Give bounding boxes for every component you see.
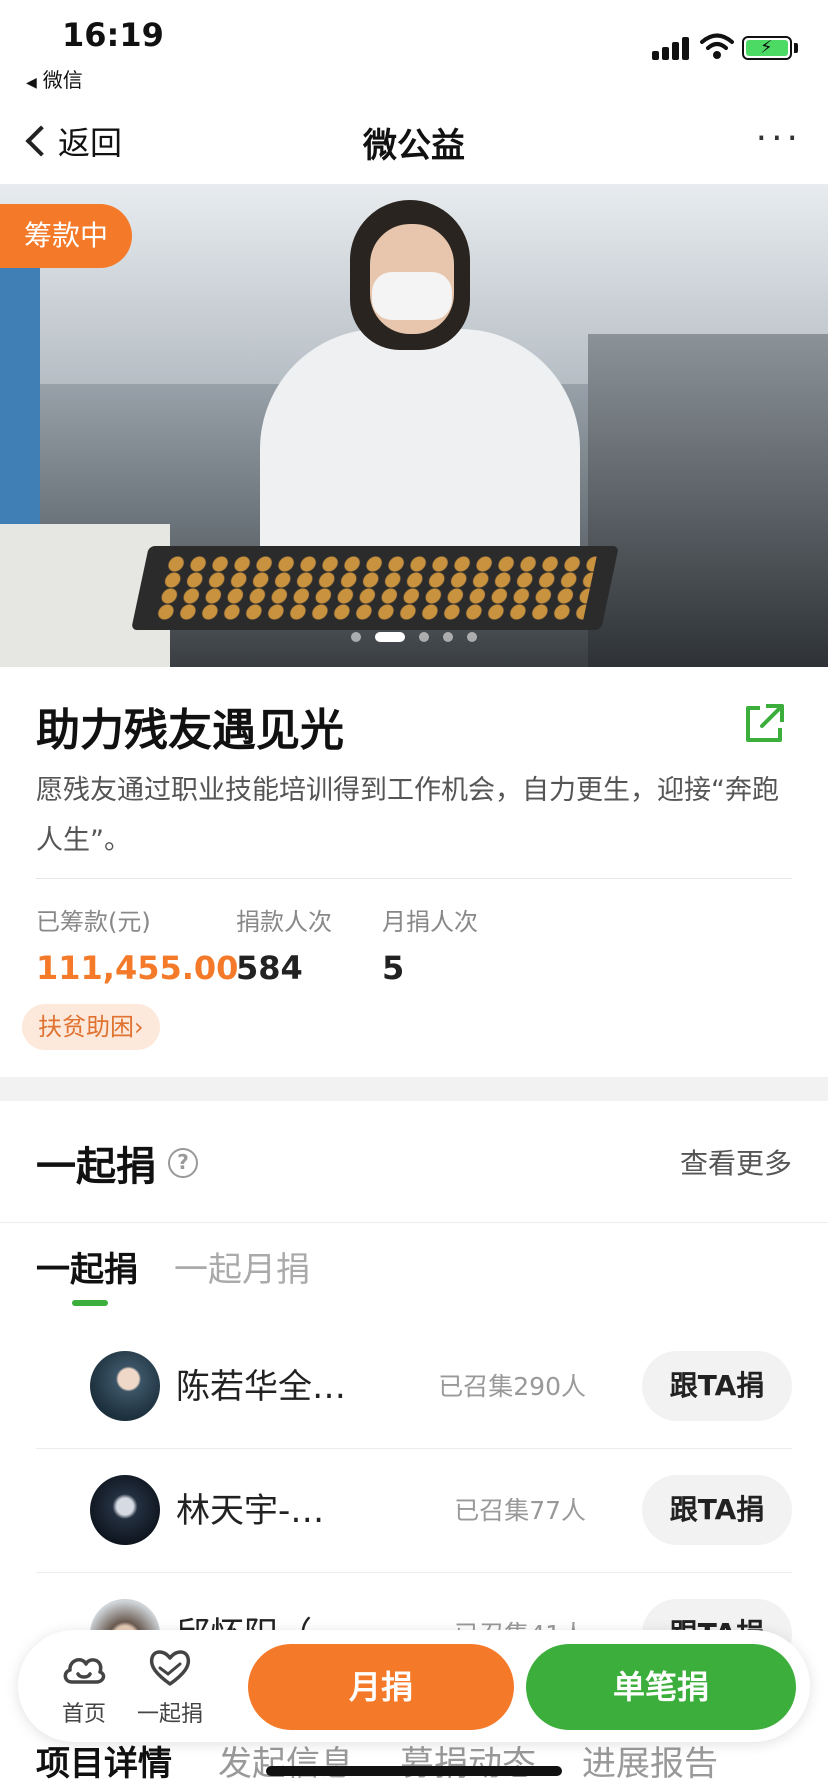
heart-hands-icon — [149, 1650, 191, 1686]
stat-label: 已筹款(元) — [36, 908, 151, 936]
tab-progress-report[interactable]: 进展报告 — [582, 1736, 718, 1785]
back-app-label: 微信 — [42, 68, 83, 92]
fundraising-status-badge: 筹款中 — [0, 204, 133, 268]
home-indicator — [266, 1766, 562, 1776]
single-donate-button[interactable]: 单笔捐 — [526, 1644, 796, 1730]
stat-label: 捐款人次 — [236, 908, 332, 936]
team-name: 林天宇-… — [176, 1491, 325, 1531]
status-bar: 16:19 ◀ 微信 ⚡ — [0, 0, 828, 100]
active-tab-indicator — [72, 1300, 108, 1306]
nav-bar: 返回 微公益 ··· — [0, 100, 828, 184]
carousel-dot-active[interactable] — [375, 632, 405, 642]
together-donate-button[interactable]: 一起捐 — [130, 1646, 210, 1728]
see-more-link[interactable]: 查看更多 — [680, 1142, 792, 1182]
back-button[interactable]: 返回 — [22, 118, 122, 164]
page-title: 微公益 — [363, 126, 465, 166]
follow-donate-button[interactable]: 跟TA捐 — [642, 1475, 792, 1545]
action-bar: 首页 一起捐 月捐 单笔捐 — [18, 1630, 810, 1742]
carousel-dot[interactable] — [443, 632, 453, 642]
home-label: 首页 — [61, 1702, 106, 1727]
project-description: 愿残友通过职业技能培训得到工作机会，自力更生，迎接“奔跑人生”。 — [36, 775, 779, 856]
tab-bar: 一起捐 一起月捐 — [36, 1242, 310, 1291]
battery-icon: ⚡ — [742, 36, 792, 60]
stat-value: 584 — [236, 949, 303, 987]
chevron-left-icon — [25, 125, 57, 157]
carousel-dot[interactable] — [351, 632, 361, 642]
stat-monthly: 月捐人次 5 — [382, 902, 478, 987]
section-title: 一起捐 ? — [36, 1134, 198, 1192]
section-title-text: 一起捐 — [36, 1144, 156, 1190]
tab-project-details[interactable]: 项目详情 — [36, 1736, 172, 1785]
team-count: 已召集77人 — [454, 1496, 586, 1525]
divider — [0, 1222, 828, 1223]
team-count: 已召集290人 — [438, 1372, 586, 1401]
home-button[interactable]: 首页 — [44, 1646, 124, 1728]
carousel-dot[interactable] — [467, 632, 477, 642]
list-item[interactable]: 陈若华全… 已召集290人 跟TA捐 — [36, 1323, 792, 1447]
wifi-icon — [700, 33, 734, 59]
list-item[interactable]: 林天宇-… 已召集77人 跟TA捐 — [36, 1447, 792, 1571]
project-title: 助力残友遇见光 — [36, 705, 344, 756]
back-to-wechat[interactable]: ◀ 微信 — [26, 64, 83, 93]
detail-tab-bar: 项目详情 发起信息 募捐动态 进展报告 — [36, 1736, 718, 1785]
section-separator — [0, 1077, 828, 1101]
stat-value: 5 — [382, 949, 405, 987]
share-icon[interactable] — [740, 700, 788, 748]
team-name: 陈若华全… — [176, 1367, 346, 1407]
battery-cap — [794, 43, 798, 53]
status-time: 16:19 — [62, 16, 164, 54]
cellular-signal-icon — [652, 36, 692, 60]
category-tag[interactable]: 扶贫助困› — [22, 1004, 160, 1050]
divider — [36, 878, 792, 879]
carousel-dot[interactable] — [419, 632, 429, 642]
monthly-donate-button[interactable]: 月捐 — [248, 1644, 514, 1730]
help-icon[interactable]: ? — [168, 1148, 198, 1178]
tab-together[interactable]: 一起捐 — [36, 1242, 138, 1291]
avatar — [90, 1475, 160, 1545]
avatar — [90, 1351, 160, 1421]
tab-donation-updates[interactable]: 募捐动态 — [400, 1736, 536, 1785]
home-cloud-icon — [63, 1658, 106, 1684]
stat-value: 111,455.00 — [36, 949, 239, 987]
carousel-indicator — [0, 632, 828, 642]
stat-raised: 已筹款(元) 111,455.00 — [36, 902, 238, 987]
stat-label: 月捐人次 — [382, 908, 478, 936]
back-triangle-icon: ◀ — [26, 75, 37, 91]
together-label: 一起捐 — [136, 1702, 203, 1727]
more-options-button[interactable]: ··· — [756, 118, 802, 159]
tab-together-monthly[interactable]: 一起月捐 — [174, 1242, 310, 1291]
follow-donate-button[interactable]: 跟TA捐 — [642, 1351, 792, 1421]
stat-donations: 捐款人次 584 — [236, 902, 332, 987]
tab-initiator-info[interactable]: 发起信息 — [218, 1736, 354, 1785]
back-label: 返回 — [58, 124, 123, 162]
